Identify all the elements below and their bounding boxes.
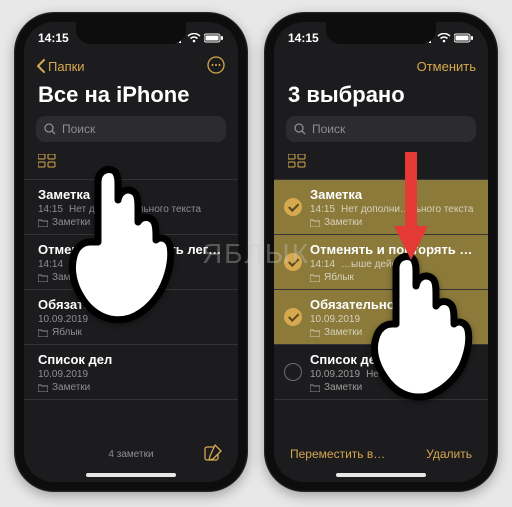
note-title: Заметка bbox=[38, 187, 224, 202]
back-label: Папки bbox=[48, 59, 85, 74]
move-button[interactable]: Переместить в… bbox=[290, 447, 385, 461]
note-title: Заметка bbox=[310, 187, 474, 202]
note-title: Отменять и повторять легко с пом… bbox=[38, 242, 224, 257]
phone-right: 14:15 Отменить 3 выбрано Поиск Заметка 1… bbox=[264, 12, 498, 492]
list-item[interactable]: Обязательно 10.09.2019 Заметки bbox=[274, 289, 488, 344]
more-button[interactable] bbox=[206, 55, 226, 78]
navbar: Отменить bbox=[274, 54, 488, 80]
cancel-button[interactable]: Отменить bbox=[417, 59, 476, 74]
note-title: Список дел bbox=[38, 352, 224, 367]
note-title: Отменять и повторять так же легко… bbox=[310, 242, 474, 257]
checkmark-icon[interactable] bbox=[284, 308, 302, 326]
checkmark-icon[interactable] bbox=[284, 198, 302, 216]
folder-label: Заметки bbox=[38, 382, 224, 393]
notes-list: Заметка 14:15Нет дополни…льного текста З… bbox=[274, 179, 488, 400]
list-item[interactable]: Отменять и повторять легко с пом… 14:14д… bbox=[24, 234, 238, 289]
notes-count: 4 заметки bbox=[108, 449, 153, 460]
folder-label: Заметки bbox=[38, 217, 224, 228]
home-indicator bbox=[86, 473, 176, 477]
checkmark-icon[interactable] bbox=[284, 253, 302, 271]
folder-label: Заметки bbox=[310, 327, 474, 338]
wifi-icon bbox=[187, 33, 201, 43]
wifi-icon bbox=[437, 33, 451, 43]
phone-left: 14:15 Папки Все на iPhone Поиск bbox=[14, 12, 248, 492]
folder-label: Заметки bbox=[38, 272, 224, 283]
battery-icon bbox=[204, 33, 224, 43]
folder-label: Яблык bbox=[38, 327, 224, 338]
gallery-view-button[interactable] bbox=[274, 150, 488, 179]
compose-button[interactable] bbox=[204, 444, 222, 465]
battery-icon bbox=[454, 33, 474, 43]
search-input[interactable]: Поиск bbox=[286, 116, 476, 142]
list-item[interactable]: Заметка 14:15Нет дополни…льного текста З… bbox=[274, 179, 488, 234]
home-indicator bbox=[336, 473, 426, 477]
list-item[interactable]: Список дел 10.09.2019 Заметки bbox=[24, 344, 238, 400]
delete-button[interactable]: Удалить bbox=[426, 447, 472, 461]
list-item[interactable]: Обязательно 10.09.2019 Яблык bbox=[24, 289, 238, 344]
navbar: Папки bbox=[24, 54, 238, 80]
folder-label: Заметки bbox=[310, 217, 474, 228]
list-item[interactable]: Заметка 14:15Нет дополнительного текста … bbox=[24, 179, 238, 234]
folder-label: Заметки bbox=[310, 382, 474, 393]
notes-list: Заметка 14:15Нет дополнительного текста … bbox=[24, 179, 238, 400]
note-title: Обязательно bbox=[38, 297, 224, 312]
search-placeholder: Поиск bbox=[62, 122, 95, 136]
notch bbox=[326, 22, 436, 44]
search-icon bbox=[294, 123, 306, 135]
page-title: 3 выбрано bbox=[274, 80, 488, 116]
folder-label: Яблык bbox=[310, 272, 474, 283]
note-title: Список дел bbox=[310, 352, 474, 367]
notch bbox=[76, 22, 186, 44]
status-time: 14:15 bbox=[38, 31, 69, 45]
search-input[interactable]: Поиск bbox=[36, 116, 226, 142]
search-icon bbox=[44, 123, 56, 135]
page-title: Все на iPhone bbox=[24, 80, 238, 116]
checkmark-icon[interactable] bbox=[284, 363, 302, 381]
gallery-view-button[interactable] bbox=[24, 150, 238, 179]
status-time: 14:15 bbox=[288, 31, 319, 45]
list-item[interactable]: Список дел 10.09.2019Нет …много текста З… bbox=[274, 344, 488, 400]
note-title: Обязательно bbox=[310, 297, 474, 312]
list-item[interactable]: Отменять и повторять так же легко… 14:14… bbox=[274, 234, 488, 289]
search-placeholder: Поиск bbox=[312, 122, 345, 136]
back-button[interactable]: Папки bbox=[36, 59, 85, 74]
